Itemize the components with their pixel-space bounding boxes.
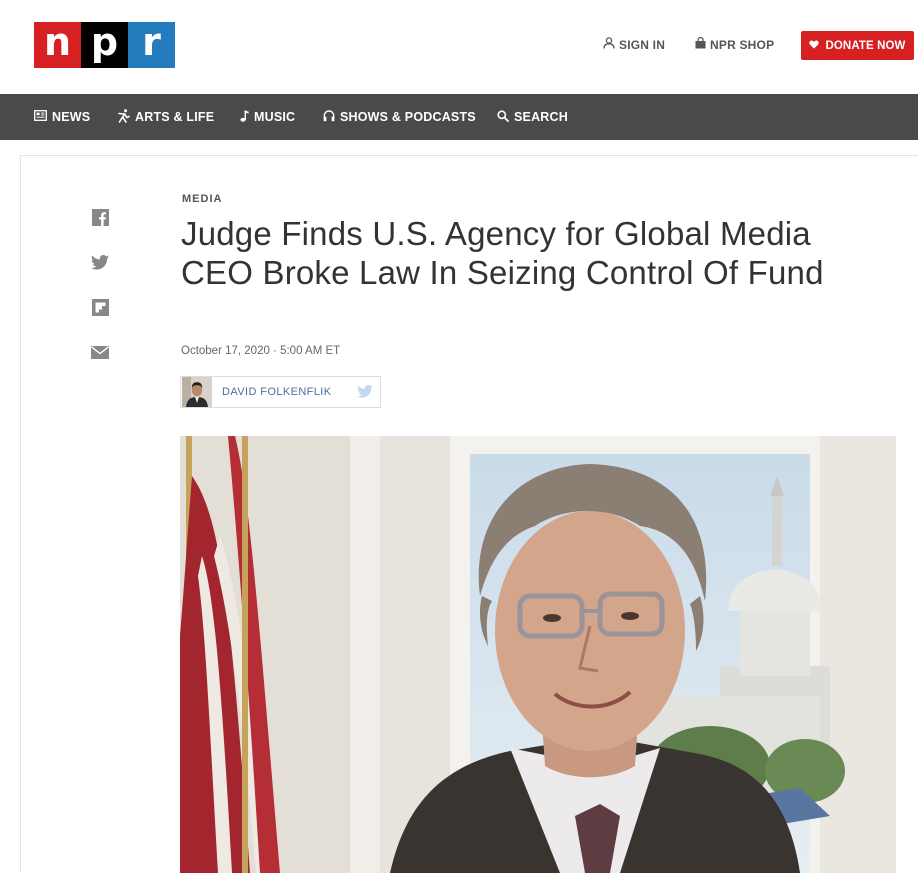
logo-letter-p: p (81, 22, 128, 68)
facebook-share-button[interactable] (91, 209, 109, 231)
author-byline: DAVID FOLKENFLIK (180, 376, 381, 408)
heart-icon (809, 40, 820, 52)
headphones-icon (323, 109, 335, 125)
user-icon (603, 37, 615, 52)
author-name-link[interactable]: DAVID FOLKENFLIK (222, 386, 332, 398)
search-icon (497, 109, 509, 125)
music-note-icon (240, 110, 249, 125)
sign-in-link[interactable]: SIGN IN (603, 37, 665, 52)
main-nav: NEWS ARTS & LIFE MUSIC SHOWS & PODCASTS … (0, 94, 918, 140)
author-twitter-icon[interactable] (357, 385, 373, 403)
logo-letter-r: r (128, 22, 175, 68)
arts-life-icon (118, 108, 130, 126)
nav-news[interactable]: NEWS (34, 94, 90, 140)
donate-label: DONATE NOW (825, 39, 906, 52)
nav-search-label: SEARCH (514, 110, 568, 124)
npr-logo[interactable]: n p r (34, 22, 175, 68)
article-headline: Judge Finds U.S. Agency for Global Media… (181, 215, 824, 291)
npr-shop-link[interactable]: NPR SHOP (695, 36, 775, 52)
article-date: October 17, 2020 · 5:00 AM ET (181, 345, 341, 357)
email-icon (91, 346, 109, 364)
shop-label: NPR SHOP (710, 37, 775, 52)
nav-news-label: NEWS (52, 110, 91, 124)
nav-music[interactable]: MUSIC (240, 94, 295, 140)
twitter-share-button[interactable] (91, 255, 109, 275)
article-section-slug[interactable]: MEDIA (182, 193, 222, 205)
nav-arts-life[interactable]: ARTS & LIFE (118, 94, 214, 140)
sign-in-label: SIGN IN (619, 37, 666, 52)
flipboard-icon (91, 299, 109, 321)
logo-letter-n: n (34, 22, 81, 68)
nav-search[interactable]: SEARCH (497, 94, 568, 140)
shopping-bag-icon (695, 36, 706, 52)
donate-button[interactable]: DONATE NOW (801, 31, 914, 60)
news-icon (34, 110, 47, 124)
nav-arts-life-label: ARTS & LIFE (135, 110, 215, 124)
nav-shows-podcasts[interactable]: SHOWS & PODCASTS (323, 94, 476, 140)
article-lead-image[interactable] (180, 436, 896, 873)
email-share-button[interactable] (91, 346, 109, 364)
author-avatar[interactable] (182, 377, 212, 407)
nav-music-label: MUSIC (254, 110, 296, 124)
facebook-icon (91, 209, 109, 231)
flipboard-share-button[interactable] (91, 299, 109, 321)
twitter-icon (91, 255, 109, 275)
nav-shows-podcasts-label: SHOWS & PODCASTS (340, 110, 476, 124)
site-header: n p r SIGN IN NPR SHOP DONATE NOW (0, 0, 918, 94)
